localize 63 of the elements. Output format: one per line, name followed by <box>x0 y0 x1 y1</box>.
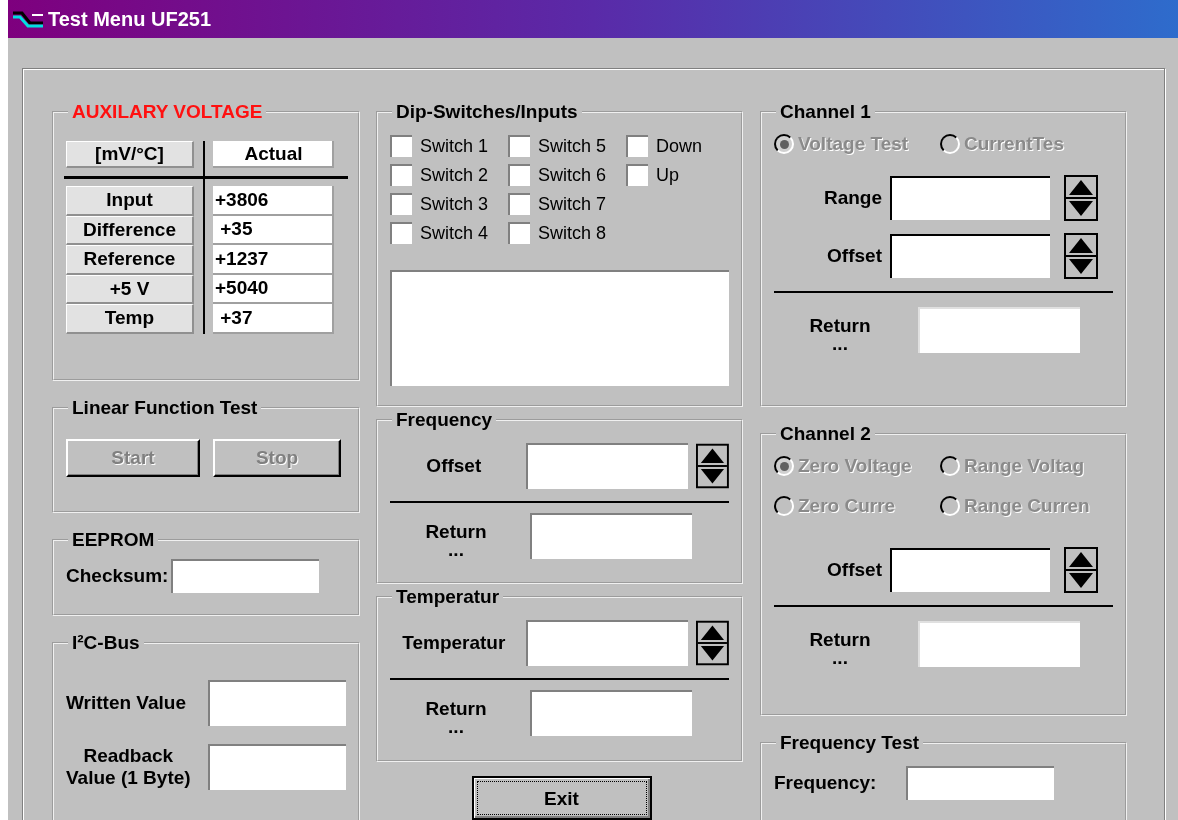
input-field[interactable] <box>171 559 320 593</box>
group-title: Temperatur <box>395 586 501 608</box>
group-title: I²C-Bus <box>71 632 141 654</box>
app-icon <box>12 10 44 28</box>
field-label: Offset <box>425 455 483 477</box>
input-field[interactable] <box>906 766 1055 800</box>
field-label: Return ... <box>808 628 872 667</box>
row-label: +5 V <box>66 274 194 304</box>
field-label: Range <box>822 187 882 209</box>
value-field: +35 <box>213 215 334 245</box>
field-label: Offset <box>826 245 882 267</box>
value-field: +5040 <box>213 274 334 304</box>
exit-button[interactable]: Exit <box>471 776 652 820</box>
field-label: Readback Value (1 Byte) <box>66 745 191 789</box>
spinner-icon[interactable] <box>1064 175 1098 221</box>
row-label: Difference <box>66 215 194 245</box>
checkbox[interactable]: Up <box>626 164 703 186</box>
field-label: Offset <box>826 559 882 581</box>
checkbox[interactable]: Switch 1 <box>390 135 508 157</box>
row-label: Temp <box>66 304 194 334</box>
checkbox[interactable]: Switch 4 <box>390 222 508 244</box>
checkbox[interactable]: Switch 6 <box>508 164 626 186</box>
field-label: Return ... <box>808 314 872 353</box>
field-label: Frequency: <box>774 772 877 794</box>
spinner-icon[interactable] <box>696 620 729 666</box>
group-title: Frequency Test <box>779 732 921 754</box>
spinner-icon[interactable] <box>696 443 729 489</box>
group-title: AUXILARY VOLTAGE <box>71 101 264 123</box>
checkbox[interactable]: Switch 3 <box>390 193 508 215</box>
checkbox[interactable]: Down <box>626 135 703 157</box>
field-label: Written Value <box>66 692 186 714</box>
field-label: Return ... <box>424 697 488 736</box>
column-header: Actual <box>213 141 334 168</box>
input-field[interactable] <box>890 176 1050 220</box>
value-field: +37 <box>213 304 334 334</box>
input-field[interactable] <box>208 744 346 790</box>
value-field: +3806 <box>213 186 334 216</box>
input-field[interactable] <box>525 443 689 489</box>
row-label: Reference <box>66 245 194 275</box>
field-label: Checksum: <box>66 565 169 587</box>
window-title: Test Menu UF251 <box>48 7 211 31</box>
checkbox[interactable]: Switch 7 <box>508 193 626 215</box>
group-title: Dip-Switches/Inputs <box>395 101 579 123</box>
column-header: [mV/°C] <box>66 141 194 168</box>
spinner-icon[interactable] <box>1064 233 1098 279</box>
field-label: Temperatur <box>401 632 507 654</box>
row-label: Input <box>66 186 194 216</box>
group-title: EEPROM <box>71 529 156 551</box>
checkbox[interactable]: Switch 5 <box>508 135 626 157</box>
field-label: Return ... <box>424 520 488 559</box>
list-box[interactable] <box>390 270 729 386</box>
input-field[interactable] <box>208 680 346 726</box>
checkbox[interactable]: Switch 8 <box>508 222 626 244</box>
group-title: Linear Function Test <box>71 397 259 419</box>
input-field[interactable] <box>890 548 1050 592</box>
value-field: +1237 <box>213 245 334 275</box>
input-field[interactable] <box>890 234 1050 278</box>
group-title: Channel 1 <box>779 101 872 123</box>
checkbox[interactable]: Switch 2 <box>390 164 508 186</box>
group-title: Frequency <box>395 409 494 431</box>
spinner-icon[interactable] <box>1064 547 1098 593</box>
group-title: Channel 2 <box>779 423 872 445</box>
input-field[interactable] <box>525 620 689 666</box>
